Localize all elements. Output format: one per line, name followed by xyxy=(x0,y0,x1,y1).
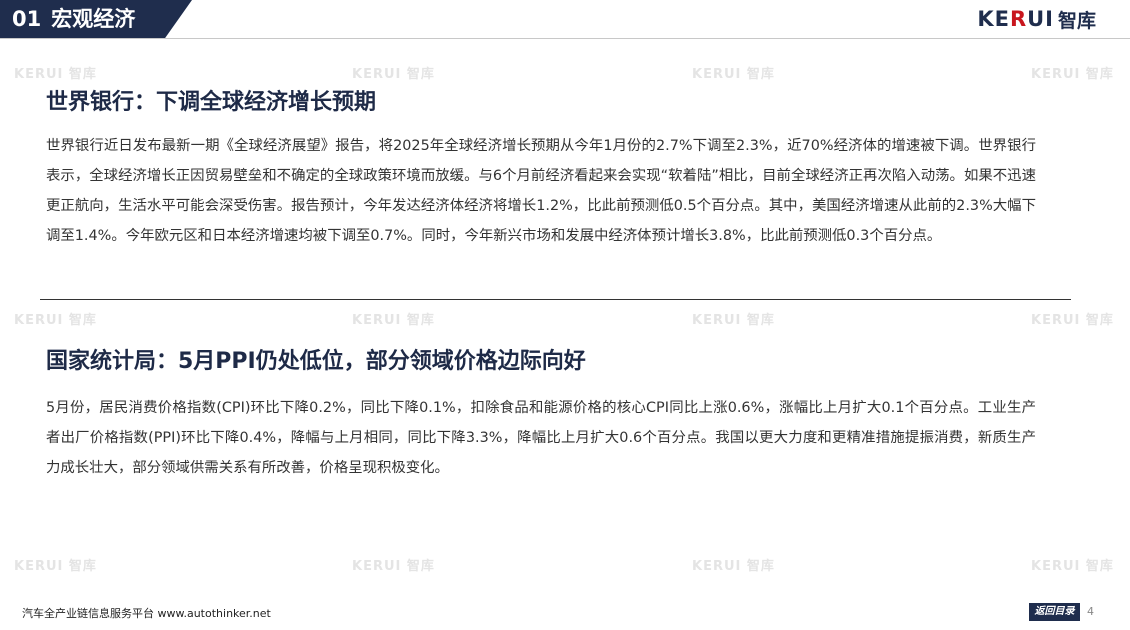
section-number: 01 xyxy=(12,7,42,31)
brand-logo: KERUI 智库 xyxy=(977,6,1096,32)
watermark: KERUI 智库 xyxy=(692,559,775,574)
section-title: 宏观经济 xyxy=(51,7,136,31)
article-title: 世界银行：下调全球经济增长预期 xyxy=(46,90,377,115)
watermark: KERUI 智库 xyxy=(692,67,775,82)
page-number: 4 xyxy=(1087,605,1094,618)
header-rule xyxy=(0,38,1130,39)
watermark: KERUI 智库 xyxy=(352,67,435,82)
brand-wordmark: KERUI xyxy=(977,7,1054,31)
back-to-contents-button[interactable]: 返回目录 xyxy=(1029,603,1080,621)
watermark: KERUI 智库 xyxy=(1031,559,1114,574)
article-title: 国家统计局：5月PPI仍处低位，部分领域价格边际向好 xyxy=(46,349,586,374)
section-divider xyxy=(40,299,1071,300)
watermark: KERUI 智库 xyxy=(692,313,775,328)
section-tab: 01 宏观经济 xyxy=(0,0,192,38)
watermark: KERUI 智库 xyxy=(14,313,97,328)
watermark: KERUI 智库 xyxy=(1031,67,1114,82)
article-world-bank: 世界银行：下调全球经济增长预期 世界银行近日发布最新一期《全球经济展望》报告，将… xyxy=(46,84,1036,251)
watermark: KERUI 智库 xyxy=(352,559,435,574)
article-body: 5月份，居民消费价格指数(CPI)环比下降0.2%，同比下降0.1%，扣除食品和… xyxy=(46,400,1036,476)
watermark: KERUI 智库 xyxy=(14,67,97,82)
article-body: 世界银行近日发布最新一期《全球经济展望》报告，将2025年全球经济增长预期从今年… xyxy=(46,138,1036,244)
article-nbs: 国家统计局：5月PPI仍处低位，部分领域价格边际向好 5月份，居民消费价格指数(… xyxy=(46,343,1036,483)
watermark: KERUI 智库 xyxy=(352,313,435,328)
watermark: KERUI 智库 xyxy=(14,559,97,574)
brand-cn-label: 智库 xyxy=(1057,9,1096,32)
watermark: KERUI 智库 xyxy=(1031,313,1114,328)
footer-platform-text: 汽车全产业链信息服务平台 www.autothinker.net xyxy=(22,607,271,620)
